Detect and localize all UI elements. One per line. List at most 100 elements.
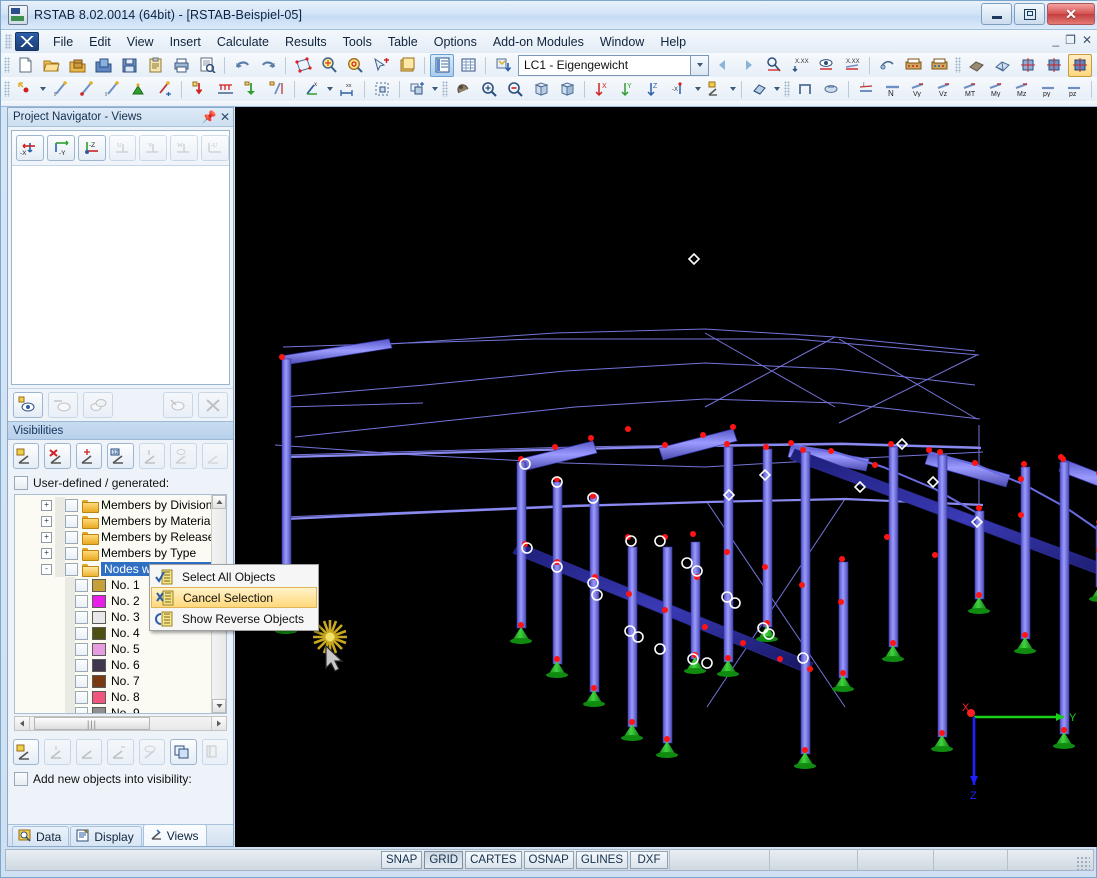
menu-help[interactable]: Help (652, 32, 694, 52)
scroll-up-arrow-icon[interactable] (212, 495, 226, 509)
new-member-set-button[interactable] (74, 78, 98, 101)
context-menu[interactable]: Select All Objects Cancel Selection Show… (149, 564, 319, 631)
edit-visibility-button[interactable] (75, 443, 103, 469)
tree-expander[interactable]: - (41, 563, 52, 575)
status-button-osnap[interactable]: OSNAP (523, 851, 574, 869)
next-load-case-button[interactable] (736, 54, 760, 77)
new-imperfection-button[interactable] (265, 78, 289, 101)
tree-checkbox[interactable] (75, 594, 88, 608)
view-button-minus-z[interactable]: -Z (77, 135, 106, 161)
menu-tools[interactable]: Tools (335, 32, 380, 52)
print-preview-button[interactable] (195, 54, 219, 77)
tree-checkbox[interactable] (75, 690, 88, 704)
open-blocks-button[interactable] (91, 54, 115, 77)
dimension-button[interactable]: xx (335, 78, 359, 101)
select-rect-button[interactable] (370, 78, 394, 101)
show-partial-objects-button[interactable] (201, 739, 228, 765)
local-axis-button[interactable]: x (300, 78, 324, 101)
hscroll-thumb[interactable]: ||| (34, 717, 150, 730)
model-viewport[interactable]: Y Z X (235, 107, 1097, 847)
add-new-objects-checkbox[interactable] (14, 772, 28, 786)
zoom-out-button[interactable] (503, 78, 527, 101)
edit-view-button[interactable] (48, 392, 78, 418)
copy-view-button[interactable] (83, 392, 113, 418)
tree-checkbox[interactable] (75, 658, 88, 672)
tree-checkbox[interactable] (75, 610, 88, 624)
tab-views[interactable]: Views (142, 824, 207, 846)
mdi-minimize-button[interactable]: _ (1052, 33, 1059, 47)
visibility-eye-button[interactable] (138, 739, 166, 765)
visibility-options-button[interactable]: 12 (107, 443, 134, 469)
status-button-glines[interactable]: GLINES (575, 851, 628, 869)
tree-checkbox[interactable] (65, 546, 78, 560)
view-button-minus-y[interactable]: -Y (46, 135, 75, 161)
delete-visibility-button[interactable] (44, 443, 71, 469)
menu-calculate[interactable]: Calculate (209, 32, 277, 52)
visibility-clear-button[interactable] (75, 739, 103, 765)
visibility-invert-button[interactable] (107, 739, 134, 765)
result-my-button[interactable]: My (984, 78, 1008, 101)
zoom-all-button[interactable] (529, 78, 553, 101)
section-library-button[interactable] (819, 78, 843, 101)
tree-checkbox[interactable] (65, 498, 78, 512)
new-window-button[interactable] (395, 54, 419, 77)
view-dropdown[interactable] (693, 79, 702, 100)
view-z-button[interactable]: Z (642, 78, 666, 101)
tree-expander[interactable]: + (41, 515, 52, 527)
user-defined-row[interactable]: User-defined / generated: (8, 472, 233, 494)
render-model3-button[interactable] (1068, 53, 1092, 77)
result-mt-button[interactable]: MT (958, 78, 982, 101)
new-file-button[interactable] (13, 54, 37, 77)
visibility-dropdown[interactable] (728, 79, 737, 100)
new-view-button[interactable] (13, 392, 43, 418)
tree-node-row[interactable]: No. 5 (41, 641, 226, 657)
move-copy-dropdown[interactable] (430, 79, 439, 100)
tree-checkbox[interactable] (75, 706, 88, 713)
menu-grip[interactable] (5, 34, 12, 49)
add-new-objects-row[interactable]: Add new objects into visibility: (8, 768, 233, 790)
context-menu-item-show-reverse[interactable]: Show Reverse Objects (151, 608, 317, 629)
tree-expander[interactable]: + (41, 547, 52, 559)
status-button-cartes[interactable]: CARTES (465, 851, 522, 869)
tree-checkbox[interactable] (75, 642, 88, 656)
context-menu-item-cancel-selection[interactable]: Cancel Selection (151, 587, 317, 608)
render-model2-button[interactable] (1042, 54, 1066, 77)
redo-button[interactable] (256, 54, 280, 77)
tab-data[interactable]: Data (12, 826, 70, 846)
new-nodal-release-button[interactable] (152, 78, 176, 101)
views-list[interactable] (12, 166, 229, 345)
new-nodal-load-button[interactable] (187, 78, 211, 101)
view-minus-x-button[interactable]: -X (668, 78, 692, 101)
result-axial-button[interactable]: I (854, 78, 878, 101)
result-vy-button[interactable]: Vy (906, 78, 930, 101)
clipboard-button[interactable] (143, 54, 167, 77)
menu-options[interactable]: Options (426, 32, 485, 52)
toolbar-grip[interactable] (4, 57, 10, 73)
tab-display[interactable]: Display (70, 826, 142, 846)
view-button-minus-x[interactable]: -X (16, 135, 44, 161)
new-node-button[interactable] (13, 78, 37, 101)
close-icon[interactable]: ✕ (217, 109, 233, 125)
zoom-previous-button[interactable] (555, 78, 579, 101)
select-circle-button[interactable] (343, 54, 367, 77)
show-table-button[interactable] (430, 53, 454, 77)
show-deformation-button[interactable] (762, 54, 786, 77)
menu-view[interactable]: View (119, 32, 162, 52)
menu-results[interactable]: Results (277, 32, 335, 52)
load-case-select-button[interactable] (491, 54, 515, 77)
wireframe-button[interactable] (990, 54, 1014, 77)
tree-row-members-by-release[interactable]: + Members by Release (41, 529, 226, 545)
scroll-right-arrow-icon[interactable] (211, 717, 226, 730)
visibility-extra2-button[interactable] (170, 443, 197, 469)
hide-view-button[interactable] (163, 392, 193, 418)
minimize-button[interactable] (981, 3, 1012, 25)
section-button[interactable] (793, 78, 817, 101)
visibility-mode-button[interactable] (703, 78, 727, 101)
tree-row-members-by-material[interactable]: + Members by Material (41, 513, 226, 529)
view-y-button[interactable]: Y (616, 78, 640, 101)
print-report-button[interactable] (901, 54, 925, 77)
open-project-button[interactable] (65, 54, 89, 77)
tree-checkbox[interactable] (65, 562, 78, 576)
undo-button[interactable] (230, 54, 254, 77)
menu-window[interactable]: Window (592, 32, 652, 52)
